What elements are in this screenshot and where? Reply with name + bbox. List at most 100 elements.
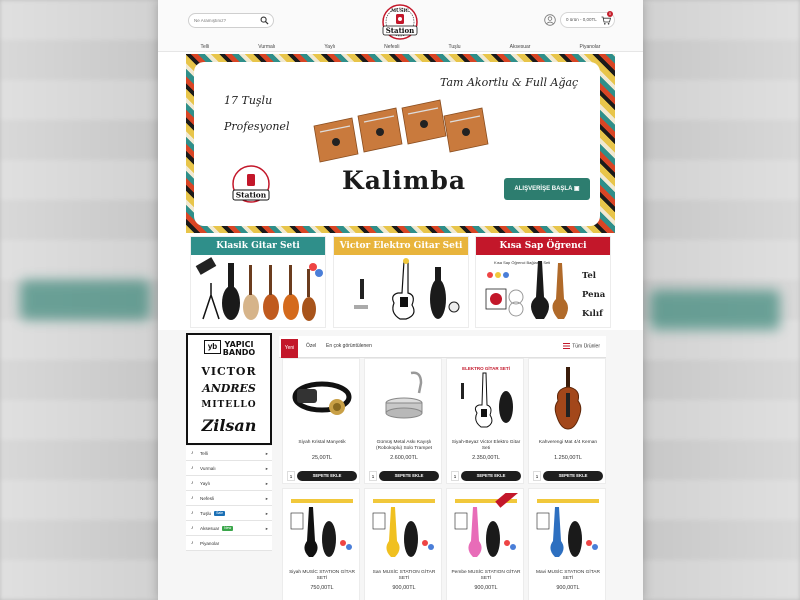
product-image-snare [385,371,423,419]
category-item-vurmali[interactable]: ♪ Vurmalı ▸ [186,461,272,476]
tab-ozel[interactable]: Özel [306,343,316,349]
music-note-icon: ♪ [191,465,194,471]
banner-logo: Station [232,165,270,203]
main-nav: Telli Vurmalı Yaylı Nefesli Tuşlu Aksesu… [158,42,643,53]
music-station-logo[interactable]: Station MUSIC [375,3,425,43]
category-item-piyanolar[interactable]: ♪ Piyanolar [186,536,272,551]
nav-item-nefesli[interactable]: Nefesli [384,42,399,53]
lock-icon: ▣ [573,186,580,192]
brand-mitello[interactable]: MITELLO [188,400,270,410]
all-products-label: Tüm Ürünler [572,343,600,350]
search-input[interactable]: Ne Aramıştınız? [188,13,274,28]
nav-item-yayli[interactable]: Yaylı [324,42,335,53]
product-card[interactable]: Mavi MUSİC STATION GİTAR SETİ 900,00TL [528,488,606,600]
brand-andres[interactable]: ANDRES [188,382,270,395]
product-image-yellow-guitar-set [372,499,435,557]
product-price: 2.350,00TL [472,455,500,461]
category-label: Nefesli [200,496,215,501]
nav-item-aksesuar[interactable]: Aksesuar [510,42,531,53]
add-to-cart-label: SEPETE EKLE [312,473,342,478]
product-name[interactable]: Siyah Kristal Manyetik [285,440,359,446]
hero-banner[interactable]: 17 Tuşlu Profesyonel Tam Akortlu & Full … [186,54,615,233]
quantity-input[interactable]: 1 [287,471,295,481]
promo-title: Kısa Sap Öğrenci Bağlama Seti [476,237,610,269]
start-shopping-button[interactable]: ALIŞVERİŞE BAŞLA ▣ [504,178,590,200]
add-to-cart-button[interactable]: SEPETE EKLE [461,471,521,481]
product-card[interactable]: Siyah MUSİC STATION GİTAR SETİ 750,00TL [282,488,360,600]
cart-icon [601,16,611,25]
product-card[interactable]: Sarı MUSİC STATION GİTAR SETİ 900,00TL [364,488,442,600]
product-name[interactable]: Gümüş Metal Askı Kayışlı (Robokoplu) Sol… [367,440,441,452]
brand-zilsan[interactable]: Zilsan [188,416,270,435]
banner-line-1: 17 Tuşlu [224,94,273,107]
banner-line-2: Profesyonel [224,120,290,133]
category-item-yayli[interactable]: ♪ Yaylı ▸ [186,476,272,491]
product-name[interactable]: Sarı MUSİC STATION GİTAR SETİ [367,570,441,582]
add-to-cart-button[interactable]: SEPETE EKLE [543,471,603,481]
electric-guitar-set-image [354,258,460,320]
quantity-input[interactable]: 1 [533,471,541,481]
product-section: yb YAPICI BANDO VICTOR ANDRES MITELLO Zi… [158,330,643,600]
add-to-cart-label: SEPETE EKLE [558,473,588,478]
promo-card-classic-guitar[interactable]: Klasik Gitar Seti [190,236,326,328]
product-name[interactable]: Kahverengi Mat 4/4 Keman [531,440,605,446]
add-to-cart-button[interactable]: SEPETE EKLE [297,471,357,481]
chevron-right-icon: ▸ [265,481,268,486]
chevron-right-icon: ▸ [265,511,268,516]
category-item-tuslu[interactable]: ♪ Tuşlu Sale ▸ [186,506,272,521]
logo-bottom-text: Station [386,26,414,35]
category-item-nefesli[interactable]: ♪ Nefesli ▸ [186,491,272,506]
user-account-icon[interactable] [544,14,556,26]
add-to-cart-label: SEPETE EKLE [476,473,506,478]
product-card[interactable]: Siyah Kristal Manyetik 25,00TL 1 SEPETE … [282,358,360,484]
product-card[interactable]: ELEKTRO GİTAR SETİ Siyah-Beyaz Victor El… [446,358,524,484]
promo-word-kilif: Kılıf [582,309,603,319]
search-placeholder: Ne Aramıştınız? [194,18,227,23]
product-name[interactable]: Mavi MUSİC STATION GİTAR SETİ [531,570,605,582]
product-image-black-guitar-set [290,499,353,557]
quantity-input[interactable]: 1 [451,471,459,481]
quantity-input[interactable]: 1 [369,471,377,481]
category-item-telli[interactable]: ♪ Telli ▸ [186,446,272,461]
product-image-label: ELEKTRO GİTAR SETİ [462,365,510,371]
banner-line-3: Tam Akortlu & Full Ağaç [440,76,579,89]
tab-yeni[interactable]: Yeni [281,339,298,358]
add-to-cart-button[interactable]: SEPETE EKLE [379,471,439,481]
nav-item-piyanolar[interactable]: Piyanolar [580,42,601,53]
category-label: Aksesuar [200,526,220,531]
product-card[interactable]: Pembe MUSİC STATION GİTAR SETİ 900,00TL [446,488,524,600]
shop-button-label: ALIŞVERİŞE BAŞLA [514,186,573,192]
product-name[interactable]: Siyah-Beyaz Victor Elektro Gitar Seti [449,440,523,452]
banner-logo-text: Station [236,191,267,200]
store-page: Ne Aramıştınız? Station MUSIC 0 ürün - 0… [158,0,643,600]
brand-yapici-bando[interactable]: YAPICI BANDO [208,341,270,357]
cart-button[interactable]: 0 ürün - 0,00TL 0 [560,11,615,28]
nav-item-vurmali[interactable]: Vurmalı [258,42,275,53]
promo-card-baglama[interactable]: Kısa Sap Öğrenci Bağlama Seti Kısa Sap Ö… [475,236,611,328]
product-price: 900,00TL [392,585,416,591]
search-icon[interactable] [260,16,269,25]
site-header: Ne Aramıştınız? Station MUSIC 0 ürün - 0… [158,0,643,52]
category-item-aksesuar[interactable]: ♪ Aksesuar New ▸ [186,521,272,536]
tab-most-viewed[interactable]: En çok görüntülenen [326,343,372,349]
product-price: 25,00TL [311,455,333,461]
product-card[interactable]: Gümüş Metal Askı Kayışlı (Robokoplu) Sol… [364,358,442,484]
product-tabs: Yeni Özel En çok görüntülenen Tüm Ürünle… [279,336,606,358]
menu-icon [563,343,571,349]
all-products-link[interactable]: Tüm Ürünler [563,343,600,349]
music-note-icon: ♪ [191,450,194,456]
brand-victor[interactable]: VICTOR [188,365,270,378]
new-badge: New [222,526,234,532]
cart-summary: 0 ürün - 0,00TL [566,17,597,22]
category-label: Vurmalı [200,466,216,471]
nav-item-tuslu[interactable]: Tuşlu [449,42,461,53]
promo-card-electric-guitar[interactable]: Victor Elektro Gitar Seti [333,236,469,328]
nav-item-telli[interactable]: Telli [201,42,210,53]
product-name[interactable]: Pembe MUSİC STATION GİTAR SETİ [449,570,523,582]
music-note-icon: ♪ [191,510,194,516]
chevron-right-icon: ▸ [265,526,268,531]
chevron-right-icon: ▸ [265,496,268,501]
product-image-blue-guitar-set [536,499,599,557]
product-name[interactable]: Siyah MUSİC STATION GİTAR SETİ [285,570,359,582]
product-card[interactable]: Kahverengi Mat 4/4 Keman 1.250,00TL 1 SE… [528,358,606,484]
